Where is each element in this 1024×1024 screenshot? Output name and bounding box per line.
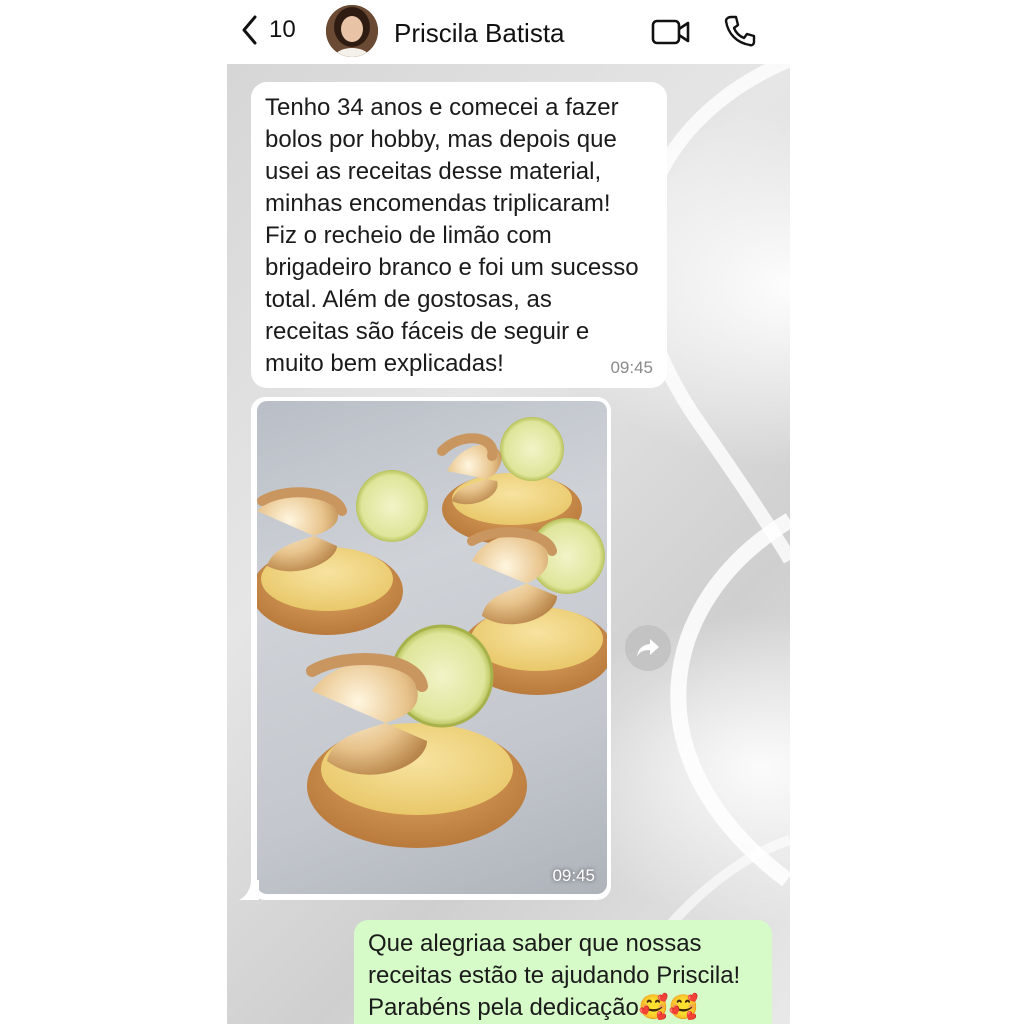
outgoing-message-bubble[interactable]: Que alegriaa saber que nossas receitas e… bbox=[354, 920, 772, 1024]
message-text: Que alegriaa saber que nossas receitas e… bbox=[368, 930, 741, 1021]
message-photo[interactable]: 09:45 bbox=[257, 401, 607, 894]
video-call-button[interactable] bbox=[651, 18, 691, 51]
video-camera-icon bbox=[651, 19, 690, 45]
voice-call-button[interactable] bbox=[723, 14, 757, 53]
message-time: 09:45 bbox=[552, 866, 595, 885]
avatar[interactable] bbox=[326, 5, 378, 57]
message-time: 09:45 bbox=[610, 358, 653, 377]
forward-arrow-icon bbox=[637, 639, 659, 657]
incoming-image-bubble[interactable]: 09:45 bbox=[251, 397, 611, 900]
chat-window: 10 Priscila Batista Tenho 34 anos e come… bbox=[227, 0, 790, 1024]
lemon-tartlets-photo bbox=[257, 417, 607, 848]
forward-button[interactable] bbox=[625, 625, 671, 671]
avatar-photo bbox=[326, 5, 378, 57]
chevron-left-icon bbox=[242, 15, 257, 45]
message-text: Tenho 34 anos e comecei a fazer bolos po… bbox=[265, 94, 639, 377]
chat-header: 10 Priscila Batista bbox=[227, 0, 790, 64]
incoming-message-bubble[interactable]: Tenho 34 anos e comecei a fazer bolos po… bbox=[251, 82, 667, 388]
phone-icon bbox=[724, 15, 756, 47]
bubble-tail bbox=[239, 880, 259, 900]
back-button[interactable]: 10 bbox=[239, 14, 296, 46]
unread-count: 10 bbox=[269, 16, 296, 43]
contact-name[interactable]: Priscila Batista bbox=[394, 18, 565, 49]
